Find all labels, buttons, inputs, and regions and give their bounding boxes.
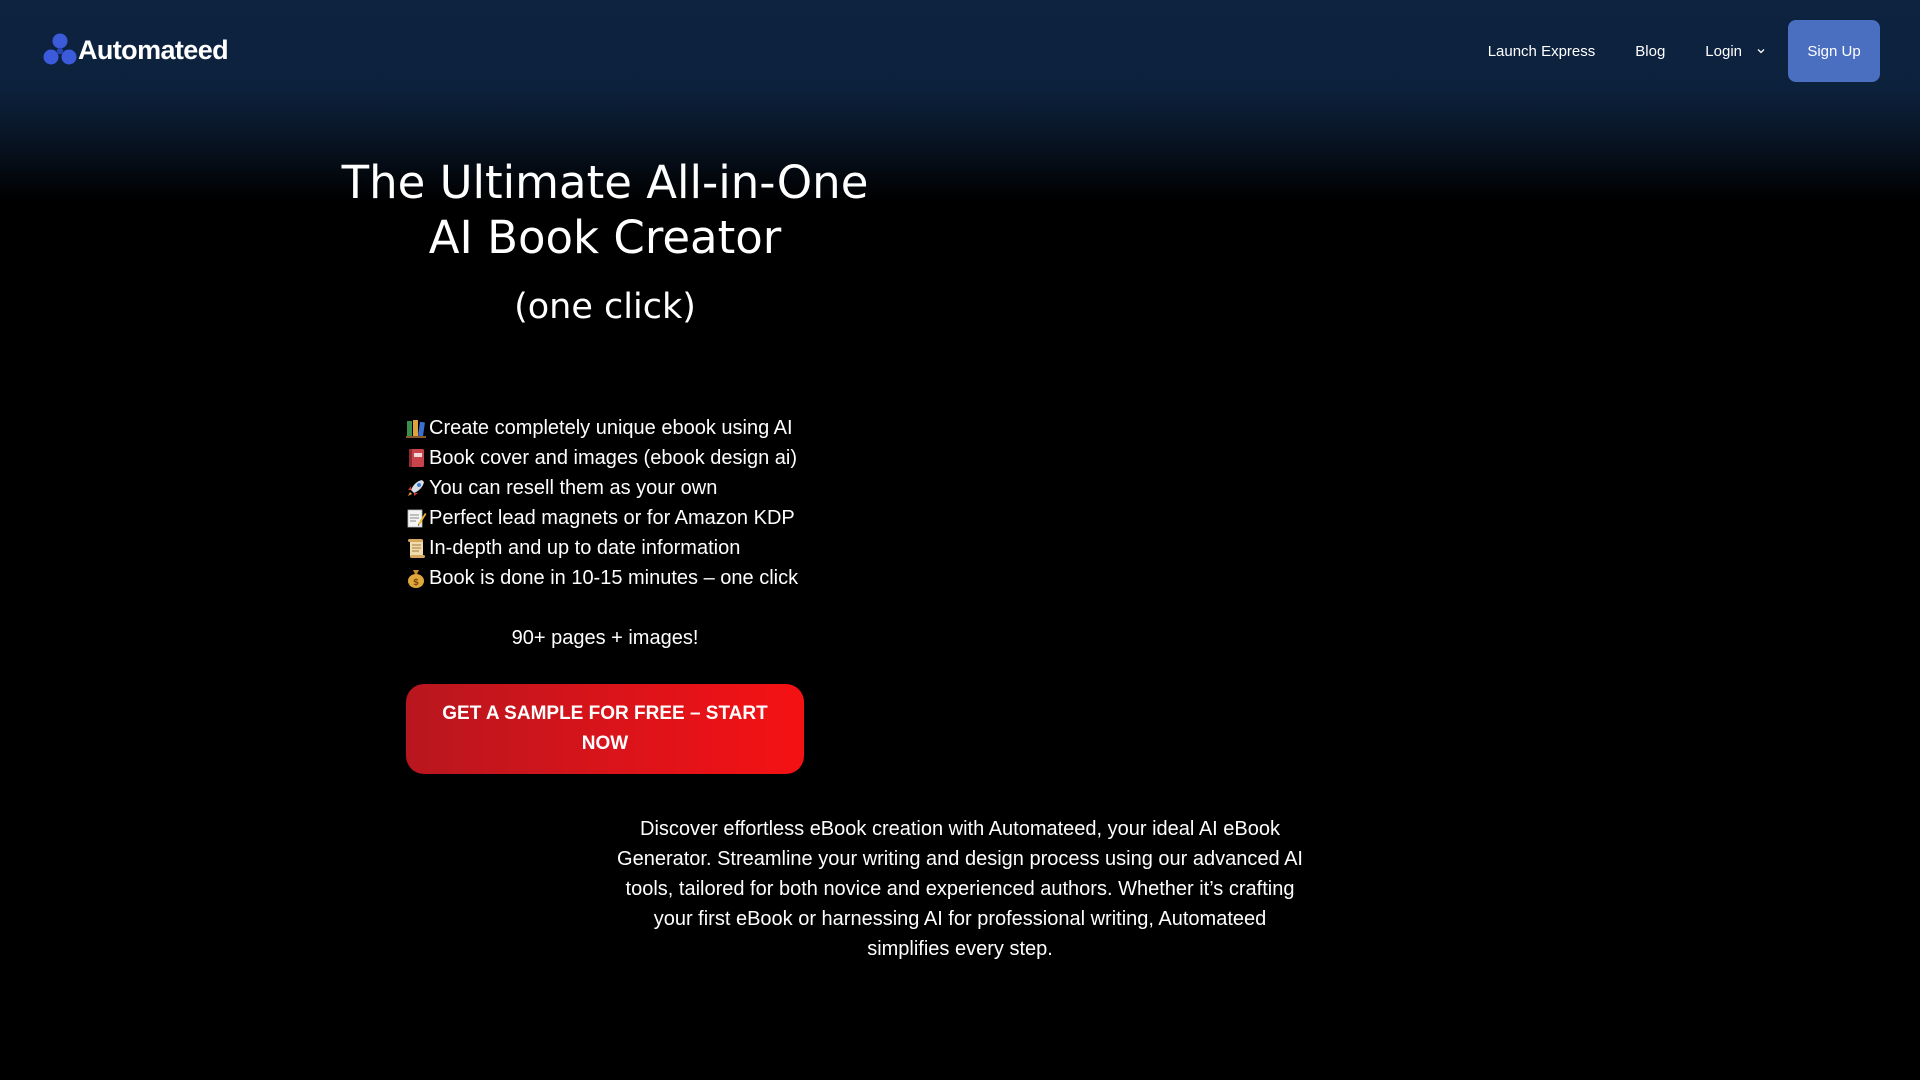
site-header: Automateed Launch Express Blog Login Sig… — [0, 0, 1920, 102]
pages-note: 90+ pages + images! — [511, 627, 699, 649]
nav-login-dropdown[interactable]: Login — [1705, 43, 1766, 60]
rocket-icon — [408, 480, 424, 496]
memo-icon — [407, 509, 427, 528]
feature-list: Create completely unique ebook using AI … — [405, 413, 798, 593]
feature-item: You can resell them as your own — [405, 473, 798, 503]
feature-text: Perfect lead magnets or for Amazon KDP — [429, 507, 795, 529]
description-text: Discover effortless eBook creation with … — [617, 818, 1303, 960]
scroll-icon — [408, 539, 425, 558]
signup-button[interactable]: Sign Up — [1788, 20, 1880, 82]
title-line-2: AI Book Creator — [428, 211, 782, 264]
notebook-icon — [409, 449, 424, 467]
logo-link[interactable]: Automateed — [42, 32, 229, 68]
automateed-logo-icon — [43, 33, 77, 65]
hero-section: The Ultimate All-in-One AI Book Creator … — [305, 155, 905, 329]
get-free-sample-button[interactable]: GET A SAMPLE FOR FREE – START NOW — [406, 684, 804, 774]
hero-subtitle: (one click) — [514, 287, 696, 327]
svg-text:$: $ — [413, 578, 419, 588]
page-title: The Ultimate All-in-One AI Book Creator — [305, 155, 905, 265]
title-line-1: The Ultimate All-in-One — [341, 156, 869, 209]
feature-text: Create completely unique ebook using AI — [429, 417, 793, 439]
nav-login-label: Login — [1705, 42, 1742, 60]
feature-item: $ Book is done in 10-15 minutes – one cl… — [405, 563, 798, 593]
feature-item: Create completely unique ebook using AI — [405, 413, 798, 443]
feature-item: Perfect lead magnets or for Amazon KDP — [405, 503, 798, 533]
feature-text: Book is done in 10-15 minutes – one clic… — [429, 567, 799, 589]
feature-item: In-depth and up to date information — [405, 533, 798, 563]
feature-text: You can resell them as your own — [429, 477, 718, 499]
feature-text: Book cover and images (ebook design ai) — [429, 447, 797, 469]
feature-item: Book cover and images (ebook design ai) — [405, 443, 798, 473]
nav-launch-express[interactable]: Launch Express — [1488, 43, 1596, 60]
feature-text: In-depth and up to date information — [429, 537, 741, 559]
books-icon — [406, 420, 426, 438]
money-bag-icon: $ — [408, 570, 424, 588]
main-nav: Launch Express Blog Login Sign Up — [1488, 20, 1880, 82]
brand-name: Automateed — [78, 34, 229, 65]
nav-blog[interactable]: Blog — [1635, 43, 1665, 60]
chevron-down-icon — [1757, 49, 1765, 54]
